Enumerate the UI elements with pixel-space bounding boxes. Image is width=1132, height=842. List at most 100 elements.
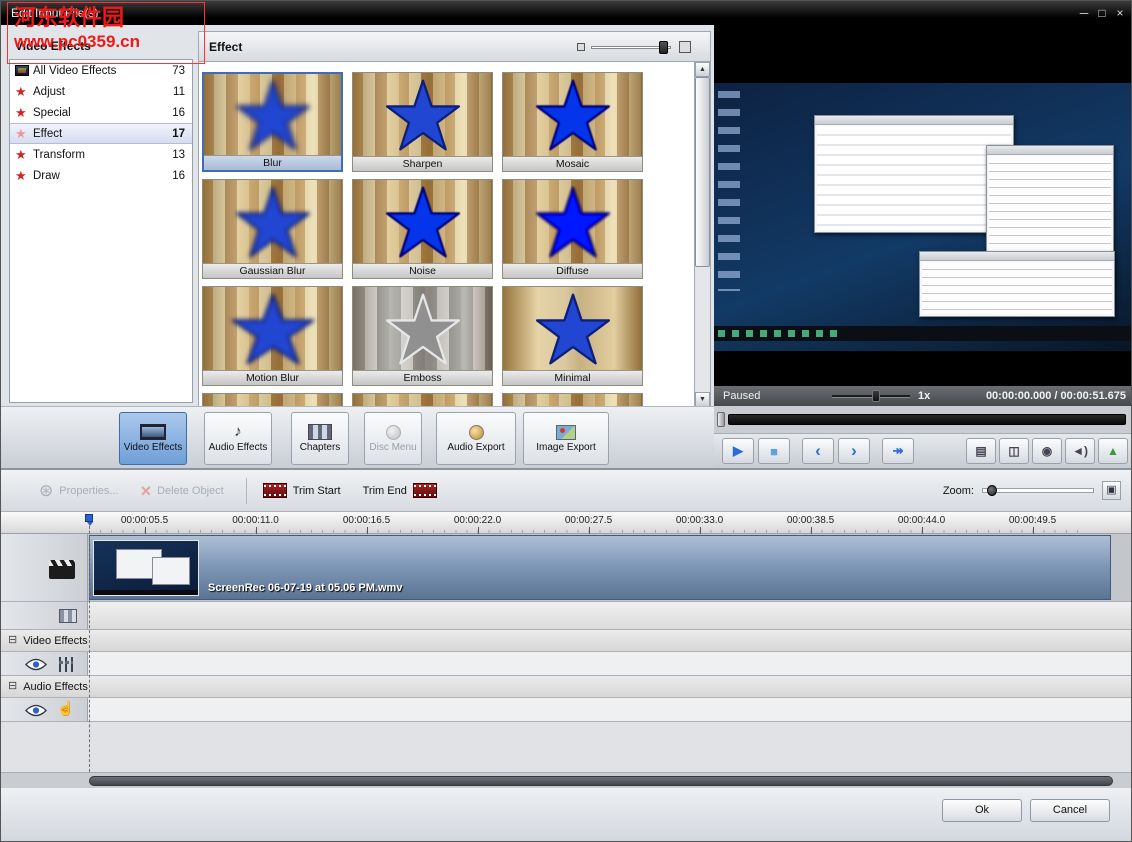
sidebar-item-draw[interactable]: ★ Draw 16	[10, 165, 192, 186]
sidebar-item-all-video-effects[interactable]: All Video Effects 73	[10, 60, 192, 81]
snapshot-button[interactable]: ◉	[1032, 438, 1062, 464]
effect-thumb-minimal[interactable]: Minimal	[502, 286, 643, 386]
playback-speed: 1x	[918, 390, 930, 402]
minimize-button[interactable]: ─	[1075, 6, 1093, 20]
speed-slider-handle[interactable]	[872, 390, 880, 402]
timeline-ruler[interactable]: 00:00:05.5 00:00:11.0 00:00:16.5 00:00:2…	[1, 512, 1132, 534]
delete-object-button: × Delete Object	[141, 482, 224, 500]
step-back-button[interactable]: ‹	[802, 438, 834, 464]
audio-export-tab[interactable]: Audio Export	[436, 412, 516, 465]
effect-thumb-partial[interactable]	[502, 393, 643, 407]
tab-label: Audio Export	[447, 442, 504, 453]
effect-thumb-emboss[interactable]: Emboss	[352, 286, 493, 386]
display-mode-button[interactable]: ◫	[999, 438, 1029, 464]
trim-end-button[interactable]: Trim End	[363, 483, 437, 498]
speed-slider[interactable]	[832, 395, 910, 398]
timeline-zoom-slider[interactable]	[982, 488, 1094, 493]
sidebar-item-effect[interactable]: ★ Effect 17	[10, 123, 192, 144]
sidebar-item-special[interactable]: ★ Special 16	[10, 102, 192, 123]
preview-window	[814, 115, 1014, 233]
zoom-fit-button[interactable]: ▣	[1102, 481, 1121, 500]
transition-track[interactable]	[88, 602, 1131, 630]
effect-thumb-blur[interactable]: Blur	[202, 72, 343, 172]
fast-forward-button[interactable]: ↠	[882, 438, 914, 464]
scrollbar-thumb[interactable]	[89, 776, 1113, 786]
effect-thumb-mosaic[interactable]: Mosaic	[502, 72, 643, 172]
effect-preview	[353, 180, 492, 263]
chapters-tab[interactable]: Chapters	[291, 412, 349, 465]
trim-end-label: Trim End	[363, 485, 407, 497]
video-effects-section-header[interactable]: ⊟ Video Effects	[1, 630, 1132, 652]
audio-export-icon	[469, 425, 484, 440]
playhead-marker[interactable]	[85, 514, 93, 522]
visibility-eye-icon[interactable]	[25, 704, 47, 717]
dialog-footer: Ok Cancel	[1, 788, 1132, 842]
effect-thumb-motion-blur[interactable]: Motion Blur	[202, 286, 343, 386]
ok-button[interactable]: Ok	[942, 799, 1022, 822]
desktop-icons	[718, 91, 740, 291]
image-export-tab[interactable]: Image Export	[523, 412, 609, 465]
scrollbar-thumb[interactable]	[695, 77, 710, 267]
visibility-eye-icon[interactable]	[25, 658, 47, 671]
effect-label: Diffuse	[503, 263, 642, 278]
trim-start-button[interactable]: Trim Start	[263, 483, 341, 498]
effects-scrollbar[interactable]: ▲ ▼	[694, 62, 710, 407]
cancel-button[interactable]: Cancel	[1030, 799, 1110, 822]
trim-end-icon	[413, 483, 437, 498]
scroll-down-icon[interactable]: ▼	[695, 392, 710, 407]
sidebar-item-transform[interactable]: ★ Transform 13	[10, 144, 192, 165]
ruler-tick: 00:00:16.5	[311, 512, 422, 534]
timeline-clip[interactable]: ScreenRec 06-07-19 at 05.06 PM.wmv	[89, 535, 1111, 600]
audio-effects-section-header[interactable]: ⊟ Audio Effects	[1, 676, 1132, 698]
star-icon: ★	[15, 106, 33, 119]
video-effects-tab[interactable]: Video Effects	[119, 412, 187, 465]
seek-handle[interactable]	[717, 412, 725, 427]
properties-label: Properties...	[59, 485, 118, 497]
hand-icon: ☝	[57, 701, 74, 715]
effect-label: Mosaic	[503, 156, 642, 171]
ruler-tick: 00:00:11.0	[200, 512, 311, 534]
timeline-horizontal-scrollbar[interactable]	[1, 772, 1132, 788]
collapse-icon[interactable]: ⊟	[8, 635, 17, 646]
delete-object-label: Delete Object	[157, 485, 224, 497]
sidebar-item-label: Adjust	[33, 86, 165, 98]
video-effects-icon	[140, 424, 166, 440]
effects-panel-header: Effect	[199, 32, 710, 62]
effect-thumb-sharpen[interactable]: Sharpen	[352, 72, 493, 172]
effect-thumb-gaussian-blur[interactable]: Gaussian Blur	[202, 179, 343, 279]
effect-thumb-diffuse[interactable]: Diffuse	[502, 179, 643, 279]
playback-time: 00:00:00.000 / 00:00:51.675	[986, 390, 1126, 402]
effect-label: Blur	[204, 155, 341, 170]
thumbnail-size-slider-handle[interactable]	[659, 41, 668, 54]
effect-thumb-partial[interactable]	[352, 393, 493, 407]
step-forward-button[interactable]: ›	[838, 438, 870, 464]
step-forward-icon: ›	[851, 441, 857, 461]
pause-icon: ■	[770, 444, 778, 459]
preview-video-frame	[714, 83, 1132, 351]
seek-bar-row	[714, 406, 1132, 433]
video-effects-track[interactable]	[88, 652, 1131, 676]
seek-track[interactable]	[728, 414, 1126, 425]
film-icon	[15, 65, 29, 76]
play-button[interactable]: ▶	[722, 438, 754, 464]
close-button[interactable]: ×	[1111, 6, 1129, 20]
zoom-slider-handle[interactable]	[987, 485, 997, 496]
sidebar-item-label: Effect	[33, 128, 165, 140]
effect-thumb-partial[interactable]	[202, 393, 343, 407]
effect-sliders-icon	[59, 657, 74, 672]
ruler-tick: 00:00:27.5	[533, 512, 644, 534]
audio-effects-track[interactable]	[88, 698, 1131, 722]
volume-button[interactable]: ◄)	[1065, 438, 1095, 464]
audio-effects-tab[interactable]: ♪ Audio Effects	[204, 412, 272, 465]
scroll-up-icon[interactable]: ▲	[695, 62, 710, 77]
effect-thumb-noise[interactable]: Noise	[352, 179, 493, 279]
zoom-label: Zoom:	[943, 485, 974, 497]
effect-category-list: All Video Effects 73 ★ Adjust 11 ★ Speci…	[9, 59, 193, 403]
collapse-icon[interactable]: ⊟	[8, 681, 17, 692]
sidebar-item-adjust[interactable]: ★ Adjust 11	[10, 81, 192, 102]
titlebar[interactable]: Edit Input File(s) ─ □ ×	[1, 1, 1132, 25]
maximize-button[interactable]: □	[1093, 6, 1111, 20]
pause-button[interactable]: ■	[758, 438, 790, 464]
overlay-button[interactable]: ▤	[966, 438, 996, 464]
mixer-button[interactable]: ▲	[1098, 438, 1128, 464]
